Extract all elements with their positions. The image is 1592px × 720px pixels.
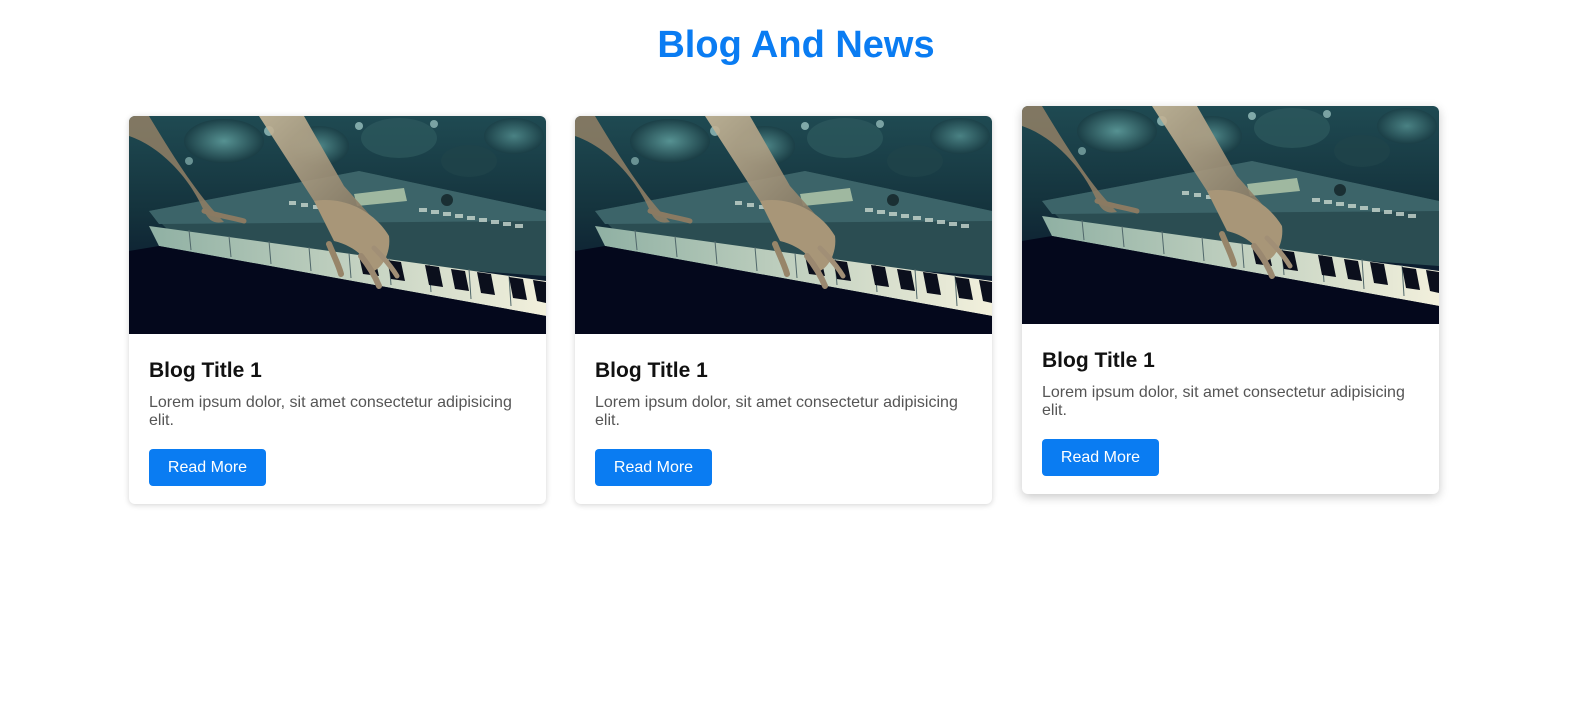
blog-card-image <box>129 116 546 334</box>
blog-card-text: Lorem ipsum dolor, sit amet consectetur … <box>595 394 958 429</box>
blog-card-body: Blog Title 1 Lorem ipsum dolor, sit amet… <box>1022 324 1439 494</box>
blog-card-title: Blog Title 1 <box>595 359 708 382</box>
read-more-button[interactable]: Read More <box>149 449 266 486</box>
blog-card-image <box>575 116 992 334</box>
blog-card-text: Lorem ipsum dolor, sit amet consectetur … <box>149 394 512 429</box>
blog-card: Blog Title 1 Lorem ipsum dolor, sit amet… <box>1022 106 1439 494</box>
blog-card-image <box>1022 106 1439 324</box>
blog-card: Blog Title 1 Lorem ipsum dolor, sit amet… <box>575 116 992 504</box>
read-more-button[interactable]: Read More <box>595 449 712 486</box>
blog-card-body: Blog Title 1 Lorem ipsum dolor, sit amet… <box>129 334 546 504</box>
blog-card-text: Lorem ipsum dolor, sit amet consectetur … <box>1042 384 1405 419</box>
section-title: Blog And News <box>657 24 935 66</box>
blog-news-section: Blog And News Blog Title 1 Lorem ipsum d… <box>0 0 1592 720</box>
read-more-button[interactable]: Read More <box>1042 439 1159 476</box>
blog-card: Blog Title 1 Lorem ipsum dolor, sit amet… <box>129 116 546 504</box>
blog-card-body: Blog Title 1 Lorem ipsum dolor, sit amet… <box>575 334 992 504</box>
blog-card-title: Blog Title 1 <box>149 359 262 382</box>
blog-card-title: Blog Title 1 <box>1042 349 1155 372</box>
